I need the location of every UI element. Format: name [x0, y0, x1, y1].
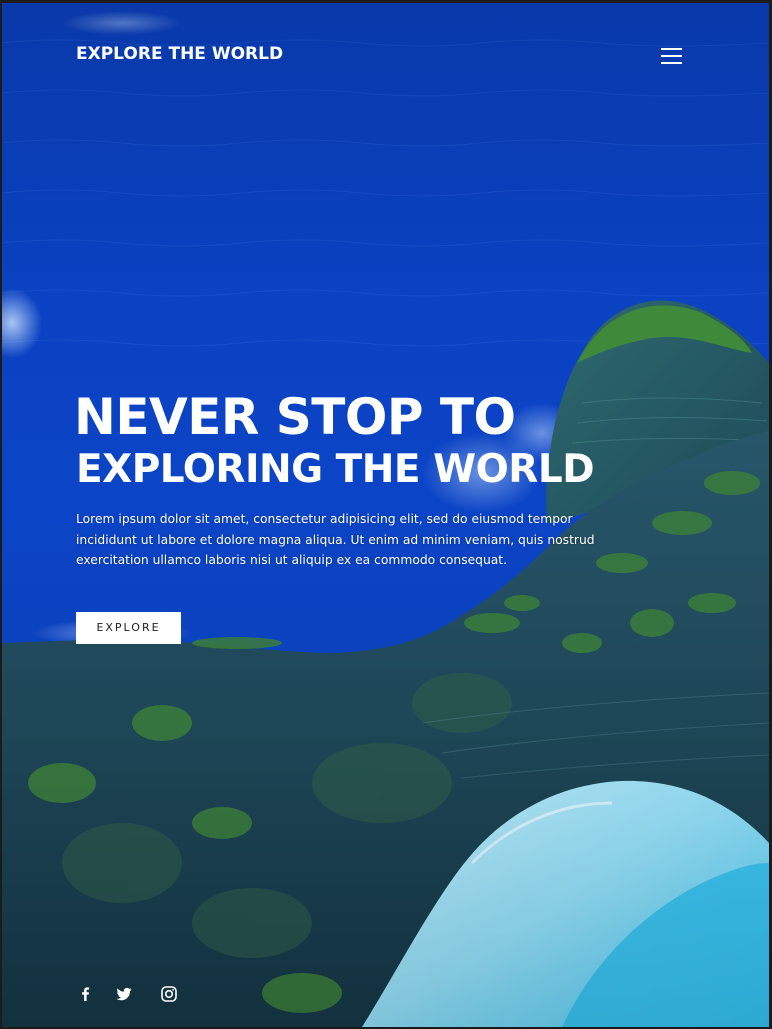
instagram-icon[interactable] [159, 984, 179, 1004]
menu-bar [661, 62, 682, 64]
hero-title-line-1: NEVER STOP TO [74, 388, 516, 446]
facebook-icon[interactable] [76, 984, 96, 1004]
brand-logo[interactable]: EXPLORE THE WORLD [76, 44, 283, 64]
hamburger-menu-icon[interactable] [656, 44, 686, 68]
menu-bar [661, 48, 682, 50]
hero-title-line-2: EXPLORING THE WORLD [76, 447, 595, 492]
twitter-icon[interactable] [114, 984, 134, 1004]
landing-page: EXPLORE THE WORLD NEVER STOP TO EXPLORIN… [0, 0, 772, 1029]
menu-bar [661, 55, 682, 57]
explore-button[interactable]: EXPLORE [76, 612, 181, 644]
hero-description: Lorem ipsum dolor sit amet, consectetur … [76, 512, 595, 567]
